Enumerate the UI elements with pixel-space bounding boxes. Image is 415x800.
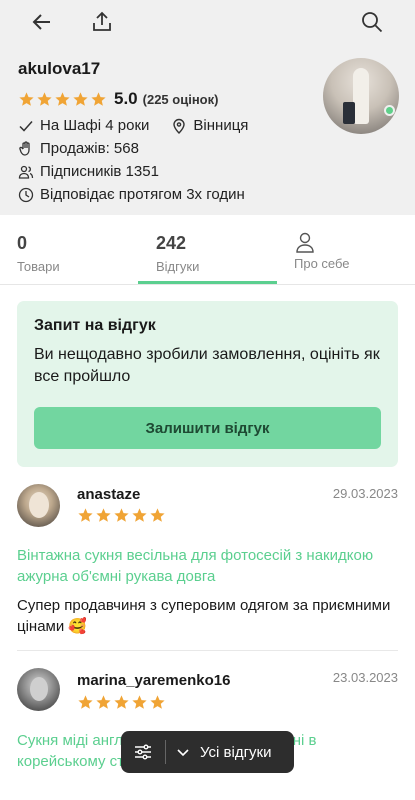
check-icon	[18, 118, 34, 134]
review-request-card: Запит на відгук Ви нещодавно зробили зам…	[17, 301, 398, 467]
star-icon	[150, 695, 165, 709]
star-icon	[150, 508, 165, 522]
tab-reviews[interactable]: 242 Відгуки	[156, 233, 199, 274]
reviewer-avatar[interactable]	[17, 484, 60, 527]
tenure-text: На Шафі 4 роки	[40, 117, 150, 134]
tab-products-count: 0	[17, 233, 28, 253]
sliders-icon	[133, 742, 153, 762]
review-date: 23.03.2023	[332, 670, 398, 685]
review-request-title: Запит на відгук	[34, 317, 156, 334]
review-filter-dropdown[interactable]: Усі відгуки	[176, 744, 272, 761]
meta-row-response: Відповідає протягом 3х годин	[18, 186, 397, 203]
tab-products[interactable]: 0 Товари	[17, 233, 60, 274]
location-pin-icon	[171, 118, 187, 134]
city-text: Вінниця	[193, 117, 249, 134]
clock-icon	[18, 187, 34, 203]
meta-row-sales: Продажів: 568	[18, 140, 397, 157]
review-filter-label: Усі відгуки	[200, 743, 272, 761]
active-tab-indicator	[138, 281, 277, 284]
star-icon	[78, 695, 93, 709]
tab-about-label: Про себе	[294, 256, 350, 271]
star-icon	[96, 508, 111, 522]
star-icon	[55, 91, 70, 106]
sales-text: Продажів: 568	[40, 140, 139, 157]
share-icon[interactable]	[90, 10, 114, 34]
star-icon	[91, 91, 106, 106]
reviewer-name[interactable]: anastaze	[77, 486, 140, 503]
review-text: Супер продавчиня з суперовим одягом за п…	[17, 597, 391, 635]
tab-products-label: Товари	[17, 259, 60, 274]
profile-header: akulova17 5.0 (225 оцінок) На Шафі 4 рок…	[0, 45, 415, 215]
chevron-down-icon	[177, 749, 189, 757]
leave-review-button[interactable]: Залишити відгук	[34, 407, 381, 449]
star-icon	[132, 695, 147, 709]
followers-text: Підписників 1351	[40, 163, 159, 180]
rating-stars	[18, 91, 107, 108]
star-icon	[73, 91, 88, 106]
online-status-dot	[384, 105, 395, 116]
profile-tabs: 0 Товари 242 Відгуки Про себе	[0, 215, 415, 285]
filter-separator	[165, 740, 166, 764]
tab-reviews-count: 242	[156, 233, 187, 253]
star-icon	[132, 508, 147, 522]
reviewed-item-link[interactable]: Вінтажна сукня весільна для фотосесій з …	[17, 545, 398, 587]
review-filter-bar: Усі відгуки	[121, 731, 294, 773]
search-icon[interactable]	[360, 10, 384, 34]
back-arrow-icon[interactable]	[30, 10, 54, 34]
person-icon	[294, 231, 316, 253]
rating-count: (225 оцінок)	[142, 91, 219, 107]
response-time-text: Відповідає протягом 3х годин	[40, 186, 245, 203]
review-stars	[77, 694, 166, 711]
star-icon	[37, 91, 52, 106]
top-bar	[0, 0, 415, 45]
star-icon	[19, 91, 34, 106]
review-request-text: Ви нещодавно зробили замовлення, оцініть…	[34, 346, 380, 385]
tab-about[interactable]: Про себе	[294, 231, 350, 271]
filter-settings-button[interactable]	[121, 731, 165, 773]
reviewer-name[interactable]: marina_yaremenko16	[77, 672, 230, 689]
star-icon	[114, 695, 129, 709]
star-icon	[96, 695, 111, 709]
divider	[17, 650, 398, 651]
reviewer-avatar[interactable]	[17, 668, 60, 711]
star-icon	[114, 508, 129, 522]
meta-row-followers: Підписників 1351	[18, 163, 397, 180]
review-stars	[77, 507, 166, 524]
followers-icon	[18, 164, 34, 180]
hand-icon	[18, 140, 34, 157]
rating-value: 5.0	[114, 89, 138, 108]
tab-reviews-label: Відгуки	[156, 259, 200, 274]
star-icon	[78, 508, 93, 522]
review-date: 29.03.2023	[332, 486, 398, 501]
seller-avatar[interactable]	[323, 58, 399, 134]
